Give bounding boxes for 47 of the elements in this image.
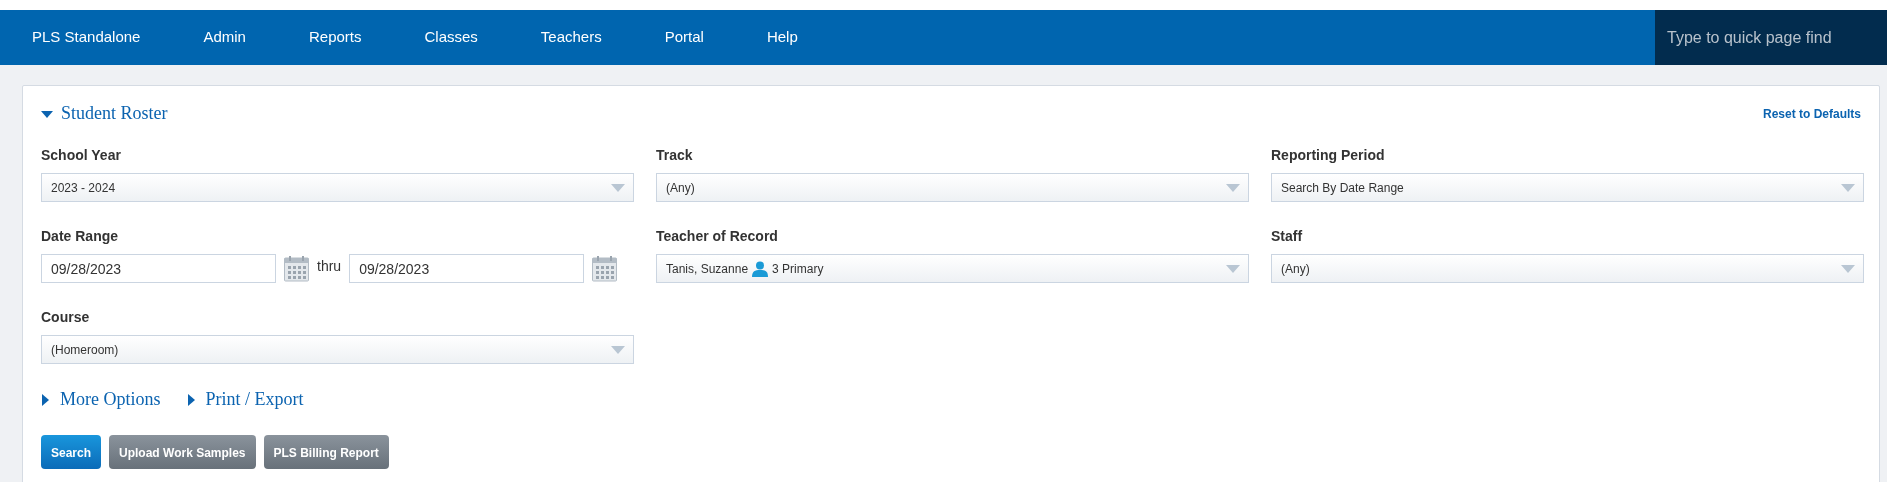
select-field[interactable]: 2023 - 2024 bbox=[41, 173, 634, 202]
field-label: Date Range bbox=[41, 227, 120, 246]
action-button[interactable]: PLS Billing Report bbox=[263, 435, 389, 469]
select-field[interactable]: (Homeroom) bbox=[41, 335, 634, 364]
nav-link[interactable]: Admin bbox=[203, 26, 246, 49]
dropdown-arrow-icon bbox=[1226, 183, 1240, 192]
nav-link[interactable]: Portal bbox=[664, 26, 704, 49]
dropdown-arrow-icon bbox=[1226, 264, 1240, 273]
person-icon bbox=[752, 260, 769, 277]
select-field[interactable]: (Any) bbox=[1271, 254, 1864, 283]
section-toggle[interactable]: Print / Export bbox=[184, 386, 304, 413]
nav-link[interactable]: Classes bbox=[424, 26, 478, 49]
field-label: Teacher of Record bbox=[656, 227, 779, 246]
select-value: (Any) bbox=[666, 179, 695, 197]
thru-label: thru bbox=[317, 257, 342, 276]
select-value: 2023 - 2024 bbox=[51, 179, 116, 197]
panel-title-toggle[interactable]: Student Roster bbox=[41, 100, 168, 127]
select-value: (Any) bbox=[1281, 260, 1310, 278]
dropdown-arrow-icon bbox=[1841, 183, 1855, 192]
quick-find-field[interactable]: Type to quick page find bbox=[1655, 10, 1887, 65]
section-toggle[interactable]: More Options bbox=[39, 386, 161, 413]
action-button[interactable]: Upload Work Samples bbox=[109, 435, 256, 469]
select-field[interactable]: Tanis, Suzanne 3 Primary bbox=[656, 254, 1249, 283]
dropdown-arrow-icon bbox=[1841, 264, 1855, 273]
field-label: Course bbox=[41, 308, 91, 327]
field-label: Staff bbox=[1271, 227, 1304, 246]
teacher-role: 3 Primary bbox=[772, 260, 824, 278]
select-field[interactable]: (Any) bbox=[656, 173, 1249, 202]
field-label: Track bbox=[656, 146, 694, 165]
dropdown-arrow-icon bbox=[611, 345, 625, 354]
nav-link[interactable]: Reports bbox=[308, 26, 362, 49]
calendar-icon[interactable] bbox=[284, 255, 309, 282]
date-input[interactable]: 09/28/2023 bbox=[41, 254, 276, 283]
field-label: School Year bbox=[41, 146, 122, 165]
select-value: (Homeroom) bbox=[51, 341, 119, 359]
search-button[interactable]: Search bbox=[41, 435, 102, 469]
reset-link[interactable]: Reset to Defaults bbox=[1762, 104, 1861, 123]
field-label: Reporting Period bbox=[1271, 146, 1386, 165]
select-field[interactable]: Search By Date Range bbox=[1271, 173, 1864, 202]
dropdown-arrow-icon bbox=[611, 183, 625, 192]
nav-link[interactable]: Teachers bbox=[540, 26, 602, 49]
teacher-name: Tanis, Suzanne bbox=[666, 260, 749, 278]
calendar-icon[interactable] bbox=[592, 255, 618, 282]
nav-link[interactable]: PLS Standalone bbox=[32, 26, 141, 49]
nav-link[interactable]: Help bbox=[766, 26, 798, 49]
date-input[interactable]: 09/28/2023 bbox=[349, 254, 585, 283]
select-value: Search By Date Range bbox=[1281, 179, 1404, 197]
